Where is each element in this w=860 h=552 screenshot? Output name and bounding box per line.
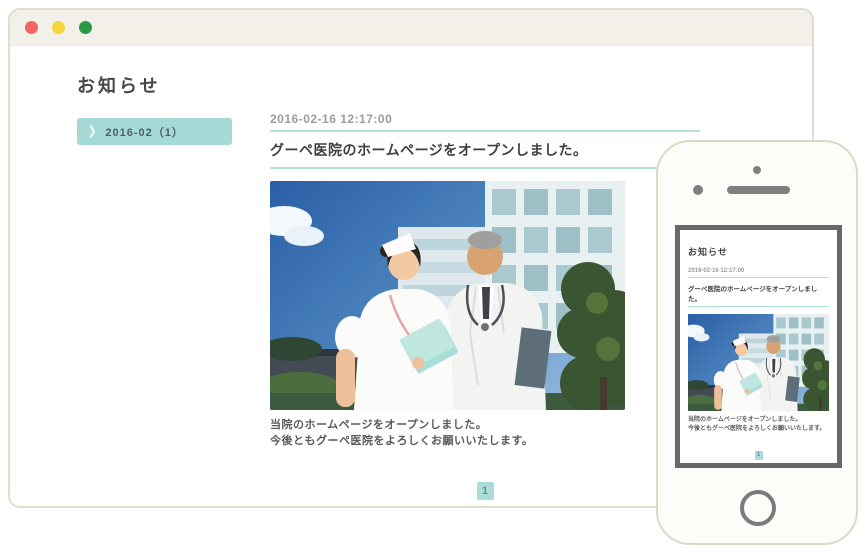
article-body: 当院のホームページをオープンしました。 今後ともグーペ医院をよろしくお願いいたし… — [270, 417, 700, 449]
phone-title-divider — [688, 306, 829, 307]
phone-page-title: お知らせ — [688, 247, 728, 257]
nurse-and-doctor-photo-small — [688, 314, 829, 411]
archive-label: 2016-02（1） — [105, 126, 184, 139]
smartphone-mockup: お知らせ 2016-02-16 12:17:00 グーペ医院のホームページをオー… — [656, 140, 858, 545]
close-button[interactable] — [25, 21, 38, 34]
desktop-canvas: お知らせ ❯ 2016-02（1） 2016-02-16 12:17:00 グー… — [0, 0, 860, 552]
phone-camera-icon — [753, 166, 761, 174]
phone-body-line-2: 今後ともグーペ医院をよろしくお願いいたします。 — [688, 426, 826, 432]
phone-article-photo — [688, 314, 829, 411]
article-title-link[interactable]: グーペ医院のホームページをオープンしました。 — [270, 140, 700, 160]
phone-article-date: 2016-02-16 12:17:00 — [688, 268, 745, 274]
article-photo — [270, 181, 625, 410]
date-divider — [270, 130, 700, 132]
phone-article-title: グーペ医院のホームページをオープンしました。 — [688, 286, 818, 303]
fullscreen-button[interactable] — [79, 21, 92, 34]
phone-pagination: 1 — [688, 443, 829, 461]
phone-body-line-1: 当院のホームページをオープンしました。 — [688, 417, 802, 423]
phone-date-divider — [688, 277, 829, 278]
pagination: 1 — [270, 481, 700, 500]
phone-pagination-page-1: 1 — [754, 451, 763, 460]
body-line-1: 当院のホームページをオープンしました。 — [270, 419, 488, 431]
pagination-page-1-button[interactable]: 1 — [476, 482, 494, 500]
phone-screen: お知らせ 2016-02-16 12:17:00 グーペ医院のホームページをオー… — [675, 225, 842, 468]
sidebar-archive-link[interactable]: ❯ 2016-02（1） — [77, 118, 232, 145]
nurse-and-doctor-photo — [270, 181, 625, 410]
body-line-2: 今後ともグーペ医院をよろしくお願いいたします。 — [270, 435, 534, 447]
news-article: 2016-02-16 12:17:00 グーペ医院のホームページをオープンしまし… — [270, 112, 700, 500]
title-divider — [270, 167, 700, 169]
phone-sensor-icon — [693, 185, 703, 195]
article-date: 2016-02-16 12:17:00 — [270, 112, 393, 126]
phone-home-button — [740, 490, 776, 526]
phone-speaker-bar — [727, 186, 790, 194]
minimize-button[interactable] — [52, 21, 65, 34]
chevron-right-icon: ❯ — [88, 124, 97, 139]
page-title: お知らせ — [77, 76, 161, 96]
phone-article-body: 当院のホームページをオープンしました。 今後ともグーペ医院をよろしくお願いいたし… — [688, 416, 829, 434]
window-titlebar — [10, 10, 812, 46]
